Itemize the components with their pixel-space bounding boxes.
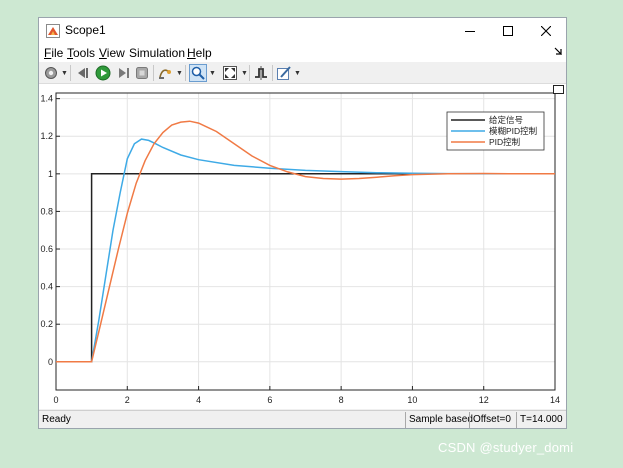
watermark: CSDN @studyer_domi (438, 440, 574, 455)
zoom-icon[interactable] (189, 64, 207, 82)
menu-tools[interactable]: Tools (67, 46, 95, 60)
maximize-button[interactable] (489, 18, 527, 44)
menu-help[interactable]: Help (187, 46, 212, 60)
y-tick-label: 0.6 (40, 244, 53, 254)
menu-file[interactable]: File (44, 46, 63, 60)
menu-simulation-label: Simulation (129, 46, 186, 60)
gear-dropdown-icon[interactable]: ▼ (61, 70, 68, 77)
series-line-1 (56, 138, 555, 363)
menu-simulation[interactable]: Simulation (129, 46, 185, 60)
y-tick-label: 0.4 (40, 282, 53, 292)
close-icon (541, 26, 551, 36)
y-tick-label: 1 (48, 169, 53, 179)
x-tick-label: 10 (407, 395, 417, 405)
x-tick-label: 8 (339, 395, 344, 405)
menu-bar: File Tools View Simulation Help (39, 44, 566, 62)
status-time: T=14.000 (520, 414, 563, 425)
status-sample-mode: Sample based (409, 414, 473, 425)
maximize-icon (503, 26, 513, 36)
y-tick-label: 1.2 (40, 131, 53, 141)
y-tick-label: 0 (48, 357, 53, 367)
legend-label: 模糊PID控制 (489, 126, 537, 136)
x-tick-label: 14 (550, 395, 560, 405)
menu-help-label: elp (195, 46, 212, 60)
minimize-button[interactable] (451, 18, 489, 44)
toolbar-separator (153, 65, 154, 81)
toolbar: ▼ ▼ ▼ ▼ ▼ (39, 62, 566, 84)
zoom-dropdown-icon[interactable]: ▼ (209, 70, 216, 77)
stop-icon[interactable] (134, 65, 150, 81)
run-icon[interactable] (95, 65, 111, 81)
y-tick-label: 0.8 (40, 206, 53, 216)
x-tick-label: 12 (479, 395, 489, 405)
legend-label: 给定信号 (489, 115, 523, 125)
window-title: Scope1 (65, 23, 106, 37)
style-icon[interactable] (276, 65, 292, 81)
style-dropdown-icon[interactable]: ▼ (294, 70, 301, 77)
x-tick-label: 0 (53, 395, 58, 405)
x-tick-label: 6 (267, 395, 272, 405)
menu-view[interactable]: View (99, 46, 125, 60)
plot-area[interactable]: 0 2 4 6 8 10 12 14 0 0.2 0.4 0.6 0.8 1 1.2 1.4 给定信号 模糊PID… (39, 84, 566, 409)
dock-arrow-icon[interactable] (554, 47, 562, 55)
status-divider (405, 412, 406, 428)
toolbar-separator (70, 65, 71, 81)
menu-help-mnemonic: H (187, 46, 196, 60)
menu-tools-label: ools (73, 46, 96, 60)
simulink-scope-icon (46, 24, 60, 38)
series-line-2 (56, 120, 555, 363)
y-tick-label: 1.4 (40, 94, 53, 104)
status-bar: Ready Sample based Offset=0 T=14.000 (39, 410, 566, 428)
x-tick-label: 2 (125, 395, 130, 405)
close-button[interactable] (527, 18, 565, 44)
fit-dropdown-icon[interactable]: ▼ (241, 70, 248, 77)
undock-icon[interactable] (553, 85, 564, 94)
rewind-icon[interactable] (75, 65, 91, 81)
status-ready: Ready (42, 414, 71, 425)
toolbar-separator (185, 65, 186, 81)
legend-label: PID控制 (489, 137, 520, 147)
gear-icon[interactable] (43, 65, 59, 81)
title-bar[interactable]: Scope1 (39, 18, 566, 44)
highlight-icon[interactable] (157, 65, 173, 81)
scope-window: Scope1 File Tools View Simulation Help ▼ (38, 17, 567, 429)
status-divider (516, 412, 517, 428)
triggers-icon[interactable] (253, 65, 269, 81)
y-tick-label: 0.2 (40, 319, 53, 329)
status-divider (469, 412, 470, 428)
menu-view-mnemonic: V (99, 46, 107, 60)
highlight-dropdown-icon[interactable]: ▼ (176, 70, 183, 77)
x-tick-label: 4 (196, 395, 201, 405)
status-offset: Offset=0 (473, 414, 511, 425)
fit-to-view-icon[interactable] (222, 65, 238, 81)
menu-view-label: iew (106, 46, 125, 60)
response-chart[interactable]: 0 2 4 6 8 10 12 14 0 0.2 0.4 0.6 0.8 1 1.2 1.4 给定信号模糊PID… (39, 84, 566, 409)
toolbar-separator (249, 65, 250, 81)
toolbar-separator (272, 65, 273, 81)
menu-file-label: ile (51, 46, 64, 60)
step-forward-icon[interactable] (115, 65, 131, 81)
minimize-icon (465, 31, 475, 32)
